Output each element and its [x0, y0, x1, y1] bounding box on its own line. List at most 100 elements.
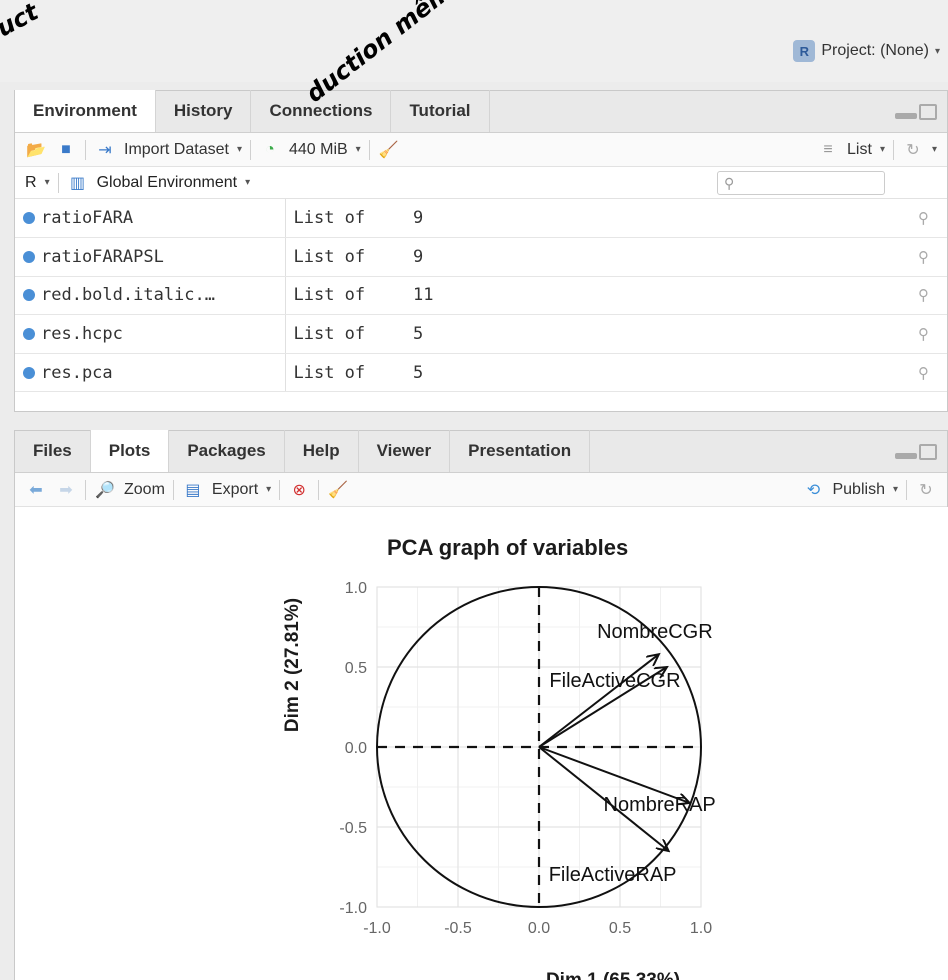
list-view-icon: ≡: [823, 140, 833, 158]
chevron-down-icon[interactable]: ▾: [932, 144, 937, 155]
variable-count: 5: [405, 314, 897, 354]
zoom-button[interactable]: Zoom: [124, 481, 165, 499]
y-tick-label: 1.0: [345, 580, 367, 597]
project-menu[interactable]: R Project: (None) ▾: [793, 40, 940, 62]
magnifier-icon[interactable]: ⚲: [897, 314, 947, 354]
plots-tabbar: Files Plots Packages Help Viewer Present…: [15, 430, 947, 473]
import-dataset-icon: ⇥: [98, 141, 112, 159]
save-icon[interactable]: ■: [55, 139, 77, 161]
table-row[interactable]: res.hcpc List of 5 ⚲: [15, 314, 947, 354]
expand-icon[interactable]: [23, 366, 35, 379]
toolbar-divider: [85, 479, 86, 500]
forward-arrow-icon[interactable]: ➡: [55, 479, 77, 501]
chevron-down-icon[interactable]: ▾: [45, 177, 50, 188]
plot-viewer: PCA graph of variables -1.0 -0.5 0.0 0.5 1.0…: [15, 507, 948, 980]
minimize-icon[interactable]: [895, 453, 917, 459]
chevron-down-icon: ▾: [934, 45, 940, 57]
expand-icon[interactable]: [23, 212, 35, 225]
chevron-down-icon[interactable]: ▾: [893, 484, 898, 495]
top-bar: R Project: (None) ▾: [0, 0, 948, 82]
r-project-icon: R: [793, 40, 816, 62]
remove-plot-icon[interactable]: ⊗: [288, 479, 310, 501]
import-dataset-button[interactable]: Import Dataset: [124, 141, 229, 159]
variable-type: List of: [285, 199, 405, 239]
expand-icon[interactable]: [23, 250, 35, 263]
vector-label: NombreCGR: [597, 621, 713, 643]
magnifier-icon[interactable]: ⚲: [897, 276, 947, 316]
environment-pane: Environment History Connections Tutorial…: [14, 90, 948, 412]
x-tick-label: 0.5: [609, 920, 631, 937]
chevron-down-icon[interactable]: ▾: [880, 144, 885, 155]
x-axis-label: Dim 1 (65.33%): [546, 970, 680, 980]
variable-name: ratioFARAPSL: [41, 246, 164, 267]
toolbar-divider: [892, 139, 894, 160]
chevron-down-icon[interactable]: ▾: [266, 484, 271, 495]
magnifier-icon[interactable]: ⚲: [897, 237, 947, 277]
tab-environment[interactable]: Environment: [15, 90, 156, 132]
variable-name: res.pca: [41, 362, 113, 383]
vector-label: FileActiveCGR: [549, 670, 680, 692]
environment-scope-selector[interactable]: Global Environment: [97, 174, 238, 192]
variable-count: 9: [405, 237, 897, 277]
toolbar-divider: [279, 479, 281, 500]
list-view-button[interactable]: List: [847, 141, 872, 159]
tab-packages[interactable]: Packages: [169, 430, 285, 472]
refresh-icon[interactable]: ↻: [915, 479, 937, 501]
expand-icon[interactable]: [23, 289, 35, 302]
variable-type: List of: [285, 353, 405, 393]
memory-usage-button[interactable]: 440 MiB: [289, 141, 348, 159]
toolbar-divider: [85, 139, 86, 160]
language-selector[interactable]: R: [25, 174, 37, 192]
minimize-icon[interactable]: [895, 113, 917, 119]
open-folder-icon[interactable]: 📂: [25, 139, 47, 161]
env-scope-bar: R ▾ ▥ Global Environment ▾ ⚲: [15, 167, 947, 199]
maximize-icon[interactable]: [919, 104, 937, 120]
export-icon: ▤: [185, 481, 201, 499]
tab-presentation[interactable]: Presentation: [450, 430, 591, 472]
chevron-down-icon[interactable]: ▾: [245, 177, 250, 188]
tab-help[interactable]: Help: [285, 430, 359, 472]
table-row[interactable]: ratioFARA List of 9 ⚲: [15, 199, 947, 239]
env-toolbar: 📂 ■ ⇥ Import Dataset ▾ ◔ 440 MiB ▾ 🧹 ≡ L…: [15, 133, 947, 167]
table-row[interactable]: ratioFARAPSL List of 9 ⚲: [15, 237, 947, 277]
variable-count: 5: [405, 353, 897, 393]
project-label: Project: (None): [821, 42, 929, 59]
vector-label: NombreRAP: [604, 794, 716, 816]
broom-icon[interactable]: 🧹: [327, 479, 349, 501]
plots-window-controls: [895, 444, 937, 460]
broom-icon[interactable]: 🧹: [378, 139, 400, 161]
env-view-controls: ≡ List ▾ ↻ ▾: [817, 139, 937, 161]
chevron-down-icon[interactable]: ▾: [237, 144, 242, 155]
toolbar-divider: [906, 479, 907, 500]
table-row[interactable]: res.pca List of 5 ⚲: [15, 353, 947, 393]
tab-files[interactable]: Files: [15, 430, 91, 472]
env-window-controls: [895, 104, 937, 120]
tab-plots[interactable]: Plots: [90, 430, 170, 472]
environment-search-input[interactable]: ⚲: [717, 171, 885, 195]
files-plots-pane: Files Plots Packages Help Viewer Present…: [14, 430, 948, 980]
export-button[interactable]: Export: [212, 481, 258, 499]
environment-stack-icon: ▥: [70, 174, 86, 192]
y-axis-label: Dim 2 (27.81%): [282, 598, 303, 732]
back-arrow-icon[interactable]: ⬅: [25, 479, 47, 501]
table-row[interactable]: red.bold.italic.… List of 11 ⚲: [15, 276, 947, 316]
magnifier-icon[interactable]: ⚲: [897, 199, 947, 239]
refresh-icon[interactable]: ↻: [902, 139, 924, 161]
plots-toolbar: ⬅ ➡ 🔎 Zoom ▤ Export ▾ ⊗ 🧹 ⟲ Publish ▾ ↻: [15, 473, 947, 507]
tab-tutorial[interactable]: Tutorial: [391, 90, 490, 132]
publish-button[interactable]: Publish: [832, 481, 884, 499]
expand-icon[interactable]: [23, 328, 35, 341]
chevron-down-icon[interactable]: ▾: [356, 144, 361, 155]
variable-count: 11: [405, 276, 897, 316]
y-tick-label: 0.0: [345, 740, 367, 757]
environment-variable-table: ratioFARA List of 9 ⚲ ratioFARAPSL List …: [15, 199, 947, 393]
tab-history[interactable]: History: [156, 90, 252, 132]
variable-type: List of: [285, 314, 405, 354]
publish-icon: ⟲: [806, 481, 821, 499]
tab-viewer[interactable]: Viewer: [359, 430, 451, 472]
magnifier-icon[interactable]: ⚲: [897, 353, 947, 393]
pca-chart: -1.0 -0.5 0.0 0.5 1.0 1.0 0.5 0.0 -0.5 -1.0 Nombr…: [282, 580, 716, 980]
y-tick-label: 0.5: [345, 660, 367, 677]
toolbar-divider: [57, 172, 59, 193]
maximize-icon[interactable]: [919, 444, 937, 460]
